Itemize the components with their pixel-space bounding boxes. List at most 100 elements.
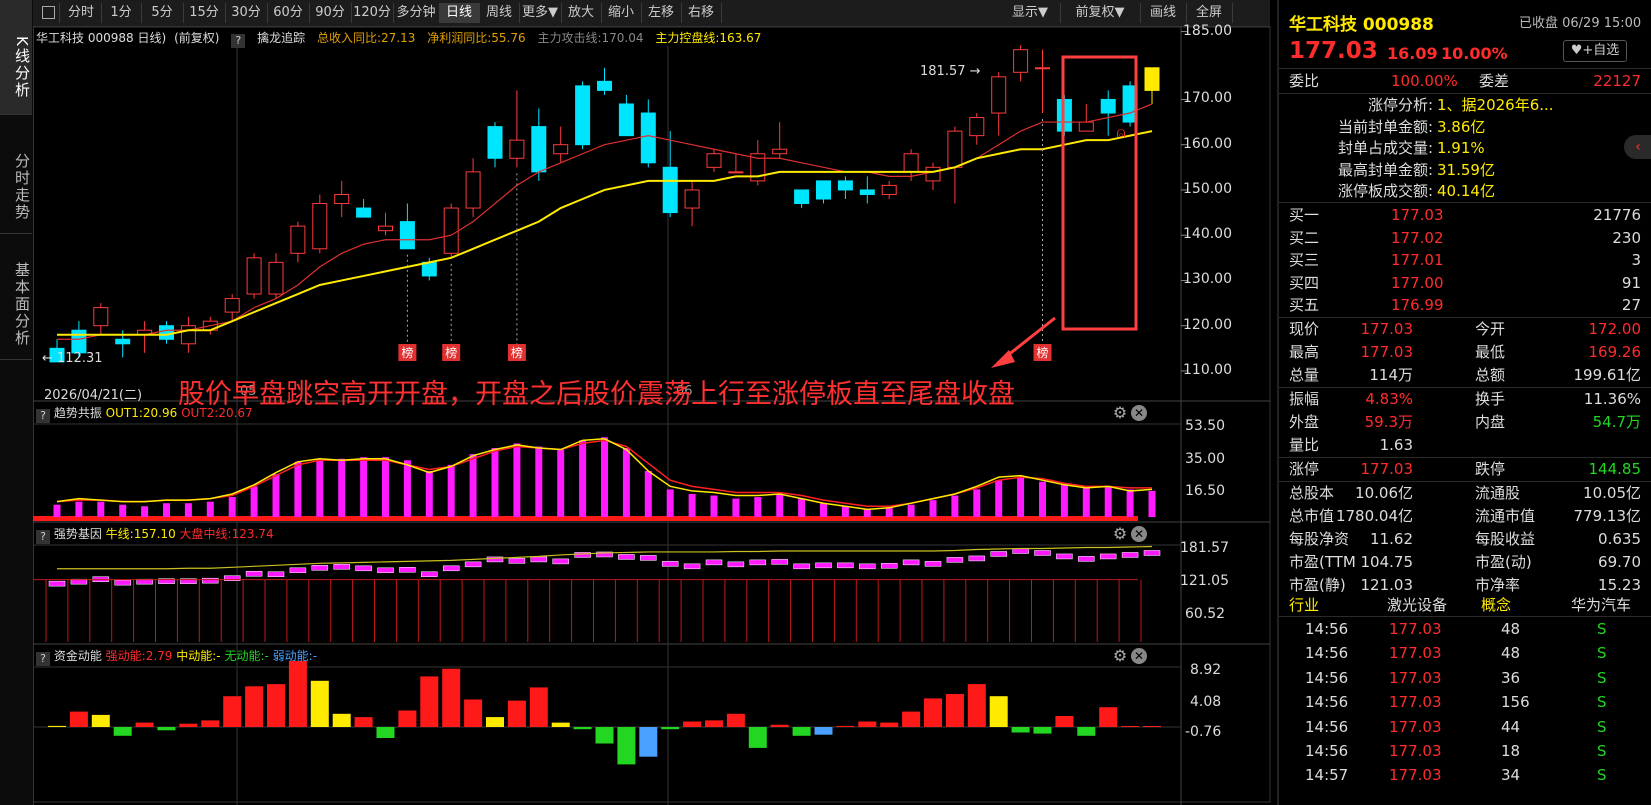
weibi-row: 委比 100.00% 委差 22127 xyxy=(1289,72,1641,90)
panel4-name: 资金动能 xyxy=(53,649,102,663)
resonance-bar xyxy=(382,457,389,517)
resonance-bar xyxy=(469,454,477,517)
candle-body xyxy=(794,189,810,205)
resonance-bar xyxy=(885,507,893,517)
momentum-bar xyxy=(288,661,307,727)
candle-body xyxy=(224,298,240,313)
momentum-bar xyxy=(814,727,833,735)
momentum-bar xyxy=(157,727,176,731)
resonance-bar xyxy=(447,464,455,517)
momentum-bar xyxy=(179,723,198,727)
candle-body xyxy=(180,325,196,345)
high-price-label: 181.57 → xyxy=(920,64,981,79)
resonance-bar xyxy=(688,494,696,517)
industry-row: 行业 激光设备 概念 华为汽车 xyxy=(1289,596,1632,614)
help-icon[interactable]: ? xyxy=(36,652,50,666)
help-icon[interactable]: ? xyxy=(36,409,50,423)
gene-box xyxy=(837,562,854,569)
momentum-bar xyxy=(267,684,285,727)
resonance-bar xyxy=(951,495,959,517)
gene-box xyxy=(618,554,635,560)
resonance-bar xyxy=(1126,489,1134,517)
bid-row[interactable]: 买四 177.00 91 xyxy=(1279,271,1651,295)
gene-box xyxy=(727,561,745,568)
panel4-strong: 强动能:2.79 xyxy=(105,649,173,663)
momentum-bar xyxy=(770,724,789,727)
control-line xyxy=(57,130,1153,336)
panel2-header: ? 趋势共振 OUT1:20.96 OUT2:20.67 xyxy=(36,403,253,423)
resonance-bar xyxy=(579,440,587,517)
panel2-axis-top: 53.50 xyxy=(1185,418,1226,434)
help-icon[interactable]: ? xyxy=(36,530,50,544)
price-axis-label: 140.00 xyxy=(1183,226,1232,243)
market-status: 已收盘 06/29 15:00 xyxy=(1519,16,1642,31)
momentum-bar xyxy=(1143,726,1161,727)
settings-gear-icon[interactable]: ⚙ xyxy=(1111,647,1129,665)
resonance-bar xyxy=(250,486,258,517)
resonance-bar xyxy=(228,497,236,517)
settings-gear-icon[interactable]: ⚙ xyxy=(1111,404,1129,422)
close-icon[interactable]: ✕ xyxy=(1131,526,1147,542)
gene-box xyxy=(267,571,285,577)
cursor-date-label: 2026/04/21(二) xyxy=(44,388,143,403)
limit-info-row: 涨停板成交额: 40.14亿 xyxy=(1337,182,1495,201)
add-watchlist-button[interactable]: ♥+自选 xyxy=(1563,40,1627,62)
resonance-bar xyxy=(97,501,105,517)
panel3-axis-mid: 121.05 xyxy=(1180,573,1229,589)
gene-box xyxy=(333,564,350,570)
momentum-bar xyxy=(376,727,395,738)
gene-box xyxy=(1099,553,1117,560)
stat-row: 外盘 59.3万 内盘 54.7万 xyxy=(1289,413,1641,431)
panel3-axis-low: 60.52 xyxy=(1185,606,1226,622)
momentum-bar xyxy=(69,711,88,727)
momentum-bar xyxy=(1033,727,1052,734)
resonance-bar xyxy=(732,498,740,517)
close-icon[interactable]: ✕ xyxy=(1131,405,1147,421)
candle-body xyxy=(553,144,569,155)
momentum-bar xyxy=(1077,727,1096,736)
gene-box xyxy=(924,561,942,567)
tab-kline[interactable]: K线分析 xyxy=(0,0,32,115)
tick-row: 14:56 177.03 48 S xyxy=(1305,644,1607,663)
bang-text: 榜 xyxy=(445,345,457,360)
candle-body xyxy=(903,153,919,173)
momentum-bar xyxy=(1099,707,1118,727)
gene-box xyxy=(552,558,569,565)
gene-box xyxy=(399,567,416,573)
panel4-axis-low: -0.76 xyxy=(1185,724,1222,740)
resonance-bar xyxy=(973,489,981,517)
candle-body xyxy=(1035,67,1050,70)
resonance-bar xyxy=(1039,481,1046,517)
momentum-bar xyxy=(683,721,702,727)
resonance-bar xyxy=(995,480,1003,517)
candle-body xyxy=(115,338,131,345)
momentum-bar xyxy=(486,717,504,727)
price-axis-label: 170.00 xyxy=(1183,90,1232,107)
quote-panel: 华工科技 000988 已收盘 06/29 15:00 177.03 16.09… xyxy=(1277,0,1651,805)
bid-row[interactable]: 买三 177.01 3 xyxy=(1279,248,1651,272)
tab-intraday[interactable]: 分时走势 xyxy=(0,116,32,234)
panel2-name: 趋势共振 xyxy=(53,406,102,420)
bang-text: 榜 xyxy=(401,345,413,360)
bid-row[interactable]: 买一 177.03 21776 xyxy=(1279,203,1651,227)
settings-gear-icon[interactable]: ⚙ xyxy=(1111,525,1129,543)
candle-body xyxy=(531,126,547,173)
resonance-bar xyxy=(53,504,61,517)
panel4-header: ? 资金动能 强动能:2.79 中动能:- 无动能:- 弱动能:- xyxy=(36,646,317,666)
bang-text: 榜 xyxy=(1036,345,1048,360)
gene-box xyxy=(114,579,131,586)
panel3-cow-line: 牛线:157.10 xyxy=(105,527,176,541)
price-change-pct: 10.00% xyxy=(1441,44,1508,63)
panel3-market-line: 大盘中线:123.74 xyxy=(179,527,274,541)
momentum-bar xyxy=(617,727,636,765)
heart-icon: ♥ xyxy=(1570,43,1583,58)
resonance-bar xyxy=(272,474,280,517)
close-icon[interactable]: ✕ xyxy=(1131,648,1147,664)
tab-fundamentals[interactable]: 基本面分析 xyxy=(0,235,32,360)
bid-row[interactable]: 买二 177.02 230 xyxy=(1279,226,1651,250)
candle-body xyxy=(947,130,963,168)
tick-row: 14:56 177.03 18 S xyxy=(1305,742,1607,760)
bid-row[interactable]: 买五 176.99 27 xyxy=(1279,293,1651,317)
panel2-axis-low: 16.50 xyxy=(1185,483,1226,499)
momentum-bar xyxy=(1055,716,1074,727)
